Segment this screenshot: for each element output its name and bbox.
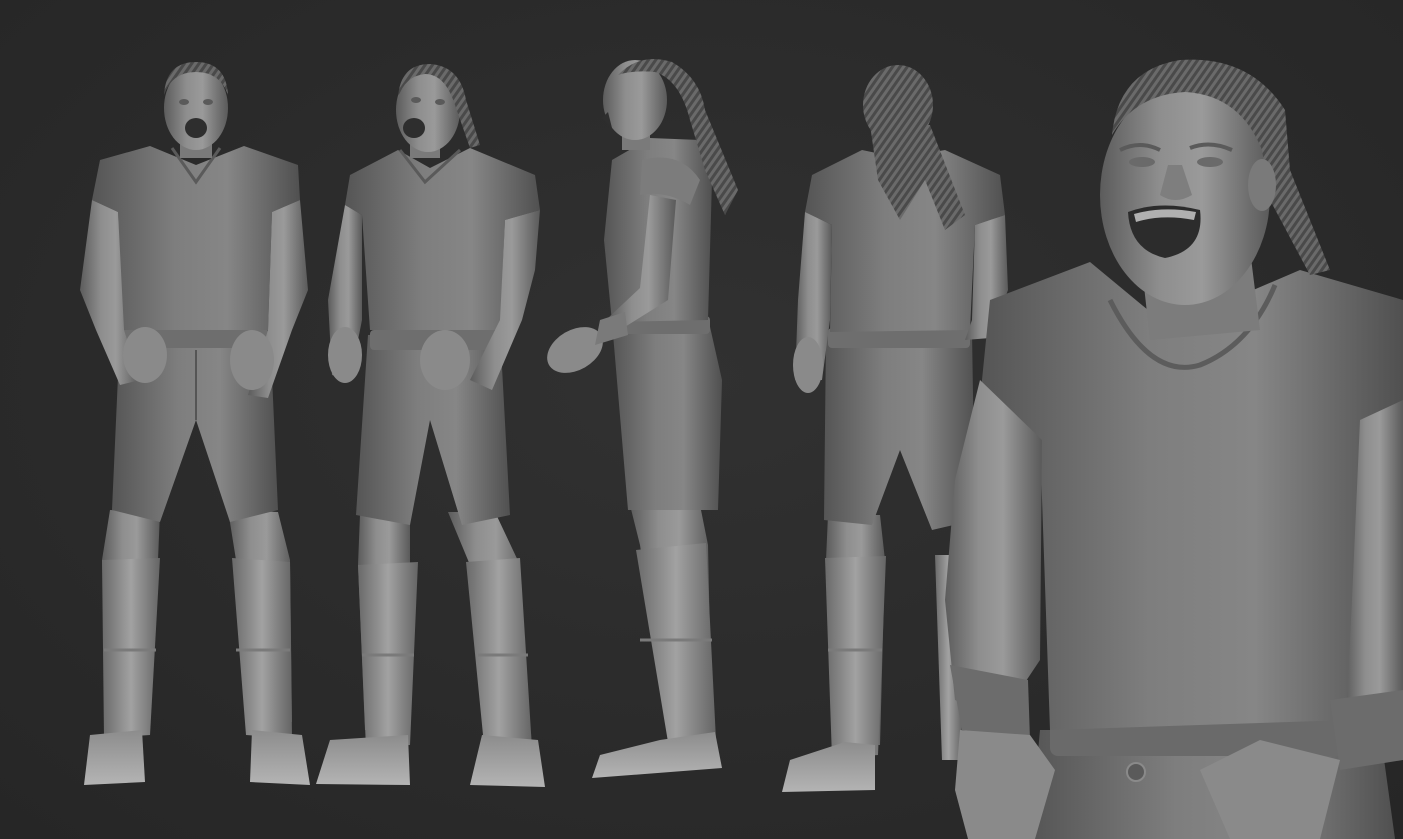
sculpt-render [80, 58, 1403, 839]
figure-three-quarter-view [316, 64, 545, 787]
render-viewport [0, 0, 1403, 839]
figure-side-view [547, 58, 738, 778]
figure-front-view [80, 62, 310, 785]
figure-closeup-bust [945, 59, 1403, 839]
